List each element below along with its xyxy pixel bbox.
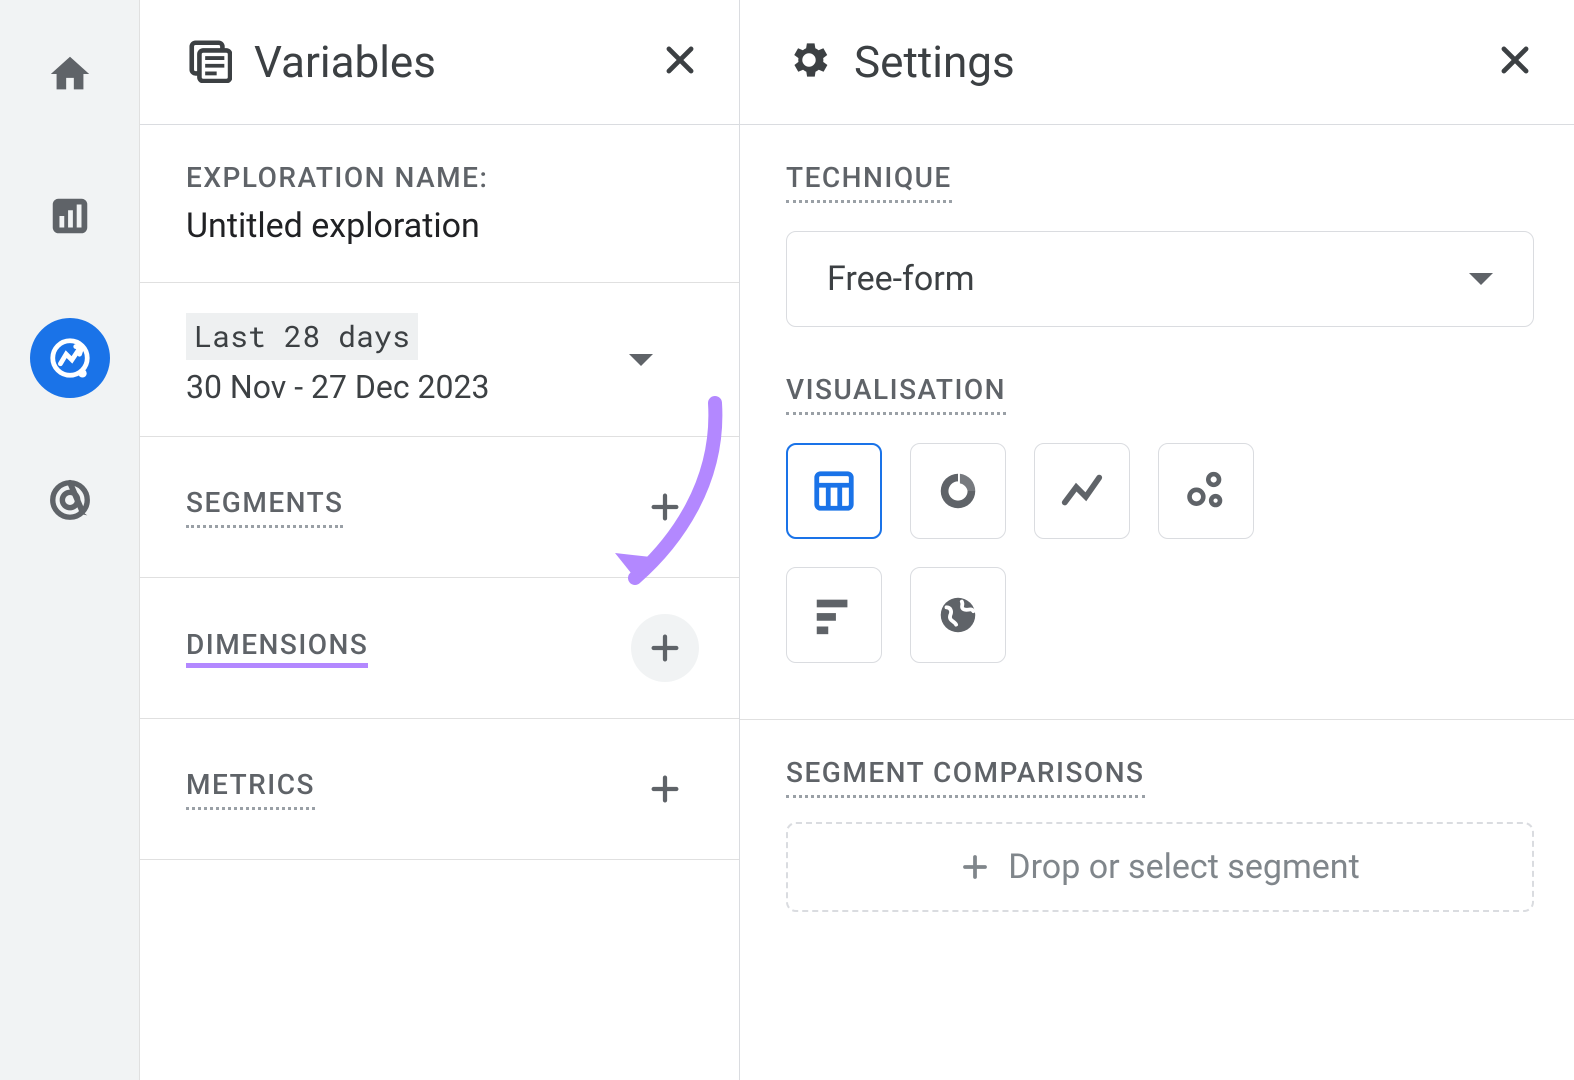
exploration-name-label: EXPLORATION NAME: <box>186 161 488 194</box>
metrics-section: METRICS <box>140 719 739 860</box>
segment-drop-text: Drop or select segment <box>1008 847 1359 887</box>
close-variables-button[interactable] <box>661 41 699 83</box>
dimensions-section: DIMENSIONS <box>140 578 739 719</box>
gear-icon <box>786 37 832 87</box>
technique-section: TECHNIQUE Free-form VISUALISATION <box>740 125 1574 720</box>
dimensions-label[interactable]: DIMENSIONS <box>186 628 368 668</box>
add-dimension-button[interactable] <box>631 614 699 682</box>
viz-line-chart[interactable] <box>1034 443 1130 539</box>
variables-icon <box>186 37 232 87</box>
nav-explore[interactable] <box>30 318 110 398</box>
nav-rail <box>0 0 140 1080</box>
add-metric-button[interactable] <box>631 755 699 823</box>
visualisation-grid <box>786 443 1534 663</box>
technique-select[interactable]: Free-form <box>786 231 1534 327</box>
segment-comparisons-section: SEGMENT COMPARISONS Drop or select segme… <box>740 720 1574 948</box>
settings-title: Settings <box>854 36 1474 88</box>
segment-drop-zone[interactable]: Drop or select segment <box>786 822 1534 912</box>
nav-advertising[interactable] <box>30 460 110 540</box>
exploration-name-section: EXPLORATION NAME: Untitled exploration <box>140 125 739 283</box>
metrics-label[interactable]: METRICS <box>186 768 315 810</box>
settings-panel: Settings TECHNIQUE Free-form VISUALISATI… <box>740 0 1574 1080</box>
technique-label[interactable]: TECHNIQUE <box>786 161 952 203</box>
visualisation-label[interactable]: VISUALISATION <box>786 373 1006 415</box>
date-range-text: 30 Nov - 27 Dec 2023 <box>186 368 489 406</box>
date-preset-badge: Last 28 days <box>186 313 418 360</box>
chevron-down-icon <box>629 354 653 366</box>
nav-reports[interactable] <box>30 176 110 256</box>
segments-section: SEGMENTS <box>140 437 739 578</box>
viz-scatter-chart[interactable] <box>1158 443 1254 539</box>
viz-geo-map[interactable] <box>910 567 1006 663</box>
exploration-name-input[interactable]: Untitled exploration <box>186 206 699 246</box>
date-range-picker[interactable]: Last 28 days 30 Nov - 27 Dec 2023 <box>140 283 739 437</box>
plus-icon <box>960 852 990 882</box>
viz-table[interactable] <box>786 443 882 539</box>
close-settings-button[interactable] <box>1496 41 1534 83</box>
settings-header: Settings <box>740 0 1574 125</box>
variables-title: Variables <box>254 36 639 88</box>
add-segment-button[interactable] <box>631 473 699 541</box>
segment-comparisons-label[interactable]: SEGMENT COMPARISONS <box>786 756 1145 798</box>
viz-donut-chart[interactable] <box>910 443 1006 539</box>
variables-panel: Variables EXPLORATION NAME: Untitled exp… <box>140 0 740 1080</box>
nav-home[interactable] <box>30 34 110 114</box>
chevron-down-icon <box>1469 273 1493 285</box>
viz-bar-chart[interactable] <box>786 567 882 663</box>
technique-value: Free-form <box>827 259 975 299</box>
segments-label[interactable]: SEGMENTS <box>186 486 343 528</box>
variables-header: Variables <box>140 0 739 125</box>
